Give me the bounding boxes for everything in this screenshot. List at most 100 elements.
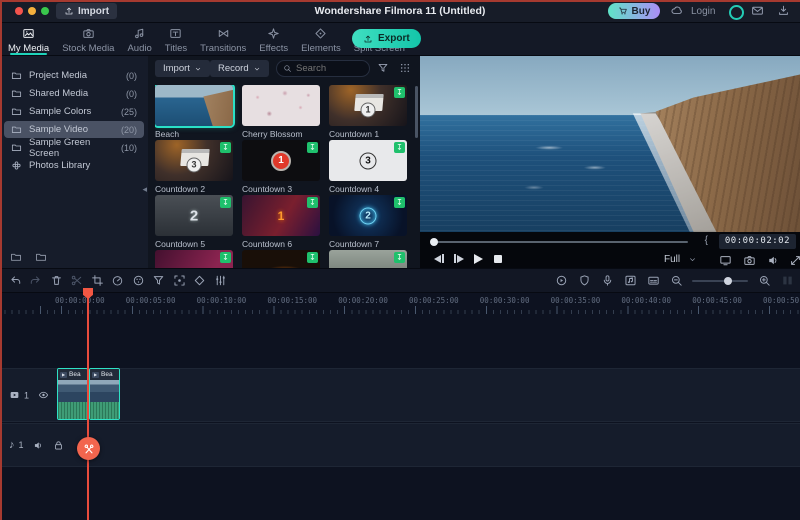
media-item-countdown-7[interactable]: 2 ↧ Countdown 7	[329, 195, 407, 250]
timeline-clip-beach-2[interactable]: ▶ Bea	[89, 368, 120, 420]
media-item-countdown-5[interactable]: 2 ↧ Countdown 5	[155, 195, 233, 250]
download-badge-icon[interactable]: ↧	[220, 197, 231, 208]
delete-icon[interactable]	[49, 274, 63, 288]
stop-button[interactable]	[494, 255, 502, 263]
download-badge-icon[interactable]: ↧	[220, 252, 231, 263]
next-frame-button[interactable]	[454, 254, 464, 263]
tab-label: Transitions	[200, 43, 247, 54]
feedback-button[interactable]	[751, 4, 764, 17]
zoom-slider-handle[interactable]	[724, 276, 732, 285]
play-button[interactable]	[474, 254, 483, 264]
previous-frame-button[interactable]	[434, 254, 444, 263]
split-icon[interactable]	[70, 274, 84, 288]
sidebar-item-label: Sample Video	[29, 124, 88, 135]
scrubber-track[interactable]	[433, 241, 688, 243]
media-item-countdown-6[interactable]: 1 ↧ Countdown 6	[242, 195, 320, 250]
tab-stock-media[interactable]: Stock Media	[62, 22, 114, 55]
timeline-zoom-slider[interactable]	[692, 276, 748, 285]
chroma-key-icon[interactable]	[152, 274, 166, 288]
download-badge-icon[interactable]: ↧	[307, 252, 318, 263]
undo-icon[interactable]	[8, 274, 22, 288]
audio-denoise-icon[interactable]	[577, 274, 591, 288]
sidebar-item-sample-colors[interactable]: Sample Colors (25)	[4, 103, 144, 120]
download-badge-icon[interactable]: ↧	[307, 142, 318, 153]
download-badge-icon[interactable]: ↧	[307, 197, 318, 208]
download-badge-icon[interactable]: ↧	[394, 87, 405, 98]
sidebar-item-project-media[interactable]: Project Media (0)	[4, 67, 144, 84]
media-scrollbar[interactable]	[415, 86, 418, 138]
sidebar-item-sample-green-screen[interactable]: Sample Green Screen (10)	[4, 137, 144, 159]
media-item-countdown-4[interactable]: 3 ↧ Countdown 4	[329, 140, 407, 195]
media-item-countdown-1[interactable]: 1 ↧ Countdown 1	[329, 85, 407, 140]
timeline-zoom-in-button[interactable]	[757, 274, 771, 288]
audio-sync-icon[interactable]	[623, 274, 637, 288]
tab-effects[interactable]: Effects	[259, 22, 288, 55]
sidebar-collapse-arrow-icon[interactable]: ◂	[142, 185, 147, 194]
voiceover-record-icon[interactable]	[600, 274, 614, 288]
media-item-label: Countdown 6	[242, 239, 293, 249]
media-item-partial-2[interactable]: ↧	[242, 250, 320, 268]
download-center-button[interactable]	[777, 4, 790, 17]
search-box[interactable]	[276, 60, 370, 77]
media-item-countdown-3[interactable]: 1 ↧ Countdown 3	[242, 140, 320, 195]
download-badge-icon[interactable]: ↧	[394, 142, 405, 153]
redo-icon[interactable]	[29, 274, 43, 288]
search-input[interactable]	[296, 63, 363, 74]
timeline-clip-beach-1[interactable]: ▶ Bea	[57, 368, 88, 420]
keyframe-icon[interactable]	[193, 274, 207, 288]
buy-button[interactable]: Buy	[608, 3, 660, 19]
scissors-icon	[83, 443, 95, 455]
media-item-beach[interactable]: ✓ Beach	[155, 85, 233, 140]
download-badge-icon[interactable]: ↧	[220, 142, 231, 153]
account-avatar-ring-icon[interactable]	[729, 4, 744, 20]
tab-elements[interactable]: Elements	[301, 22, 341, 55]
login-button[interactable]: Login	[691, 6, 715, 17]
media-item-countdown-2[interactable]: 3 ↧ Countdown 2	[155, 140, 233, 195]
chevron-down-icon	[194, 65, 202, 73]
cloud-button[interactable]	[670, 4, 683, 17]
tab-my-media[interactable]: My Media	[8, 22, 49, 55]
preview-quality-dropdown[interactable]: Full	[664, 254, 697, 265]
tab-audio[interactable]: Audio	[127, 22, 152, 55]
media-item-partial-1[interactable]: 5 ↧	[155, 250, 233, 268]
media-import-dropdown[interactable]: Import	[155, 60, 210, 77]
countdown-number: 3	[186, 157, 202, 173]
mail-icon	[751, 4, 764, 17]
media-item-cherry-blossom[interactable]: Cherry Blossom	[242, 85, 320, 140]
capture-border-left	[0, 0, 2, 520]
grid-view-button[interactable]	[399, 62, 411, 74]
timeline-zoom-out-button[interactable]	[669, 274, 683, 288]
tab-transitions[interactable]: Transitions	[200, 22, 246, 55]
sidebar-item-shared-media[interactable]: Shared Media (0)	[4, 85, 144, 102]
sidebar-item-photos-library[interactable]: Photos Library	[4, 157, 144, 174]
download-badge-icon[interactable]: ↧	[394, 197, 405, 208]
fullscreen-button[interactable]	[789, 254, 800, 267]
color-correction-icon[interactable]	[131, 274, 145, 288]
timeline-ruler[interactable]: 00:00:00:00 00:00:05:00 00:00:10:00 00:00:1…	[0, 293, 800, 317]
playhead-line[interactable]	[87, 296, 89, 520]
fit-timeline-button[interactable]	[780, 274, 794, 288]
speed-icon[interactable]	[111, 274, 125, 288]
download-badge-icon[interactable]: ↧	[394, 252, 405, 263]
snapshot-button[interactable]	[743, 254, 756, 267]
filter-button[interactable]	[377, 62, 389, 74]
motion-tracking-icon[interactable]	[172, 274, 186, 288]
audio-adjust-icon[interactable]	[213, 274, 227, 288]
media-record-dropdown[interactable]: Record	[210, 60, 269, 77]
media-item-label: Countdown 7	[329, 239, 380, 249]
mark-in-button[interactable]: {	[705, 235, 708, 246]
split-playhead-button[interactable]	[77, 437, 100, 460]
sidebar-item-sample-video[interactable]: Sample Video (20)	[4, 121, 144, 138]
captions-icon[interactable]	[646, 274, 660, 288]
mute-button[interactable]	[767, 254, 780, 267]
media-item-partial-3[interactable]: ↧	[329, 250, 407, 268]
render-preview-icon[interactable]	[554, 274, 568, 288]
tab-titles[interactable]: Titles	[165, 22, 187, 55]
scrubber-handle[interactable]	[430, 237, 438, 246]
add-folder-icon[interactable]	[10, 251, 22, 263]
cloud-icon	[670, 4, 683, 17]
export-button[interactable]: Export	[352, 29, 421, 48]
crop-icon[interactable]	[90, 274, 104, 288]
delete-folder-icon[interactable]	[35, 251, 47, 263]
display-device-button[interactable]	[719, 254, 732, 267]
